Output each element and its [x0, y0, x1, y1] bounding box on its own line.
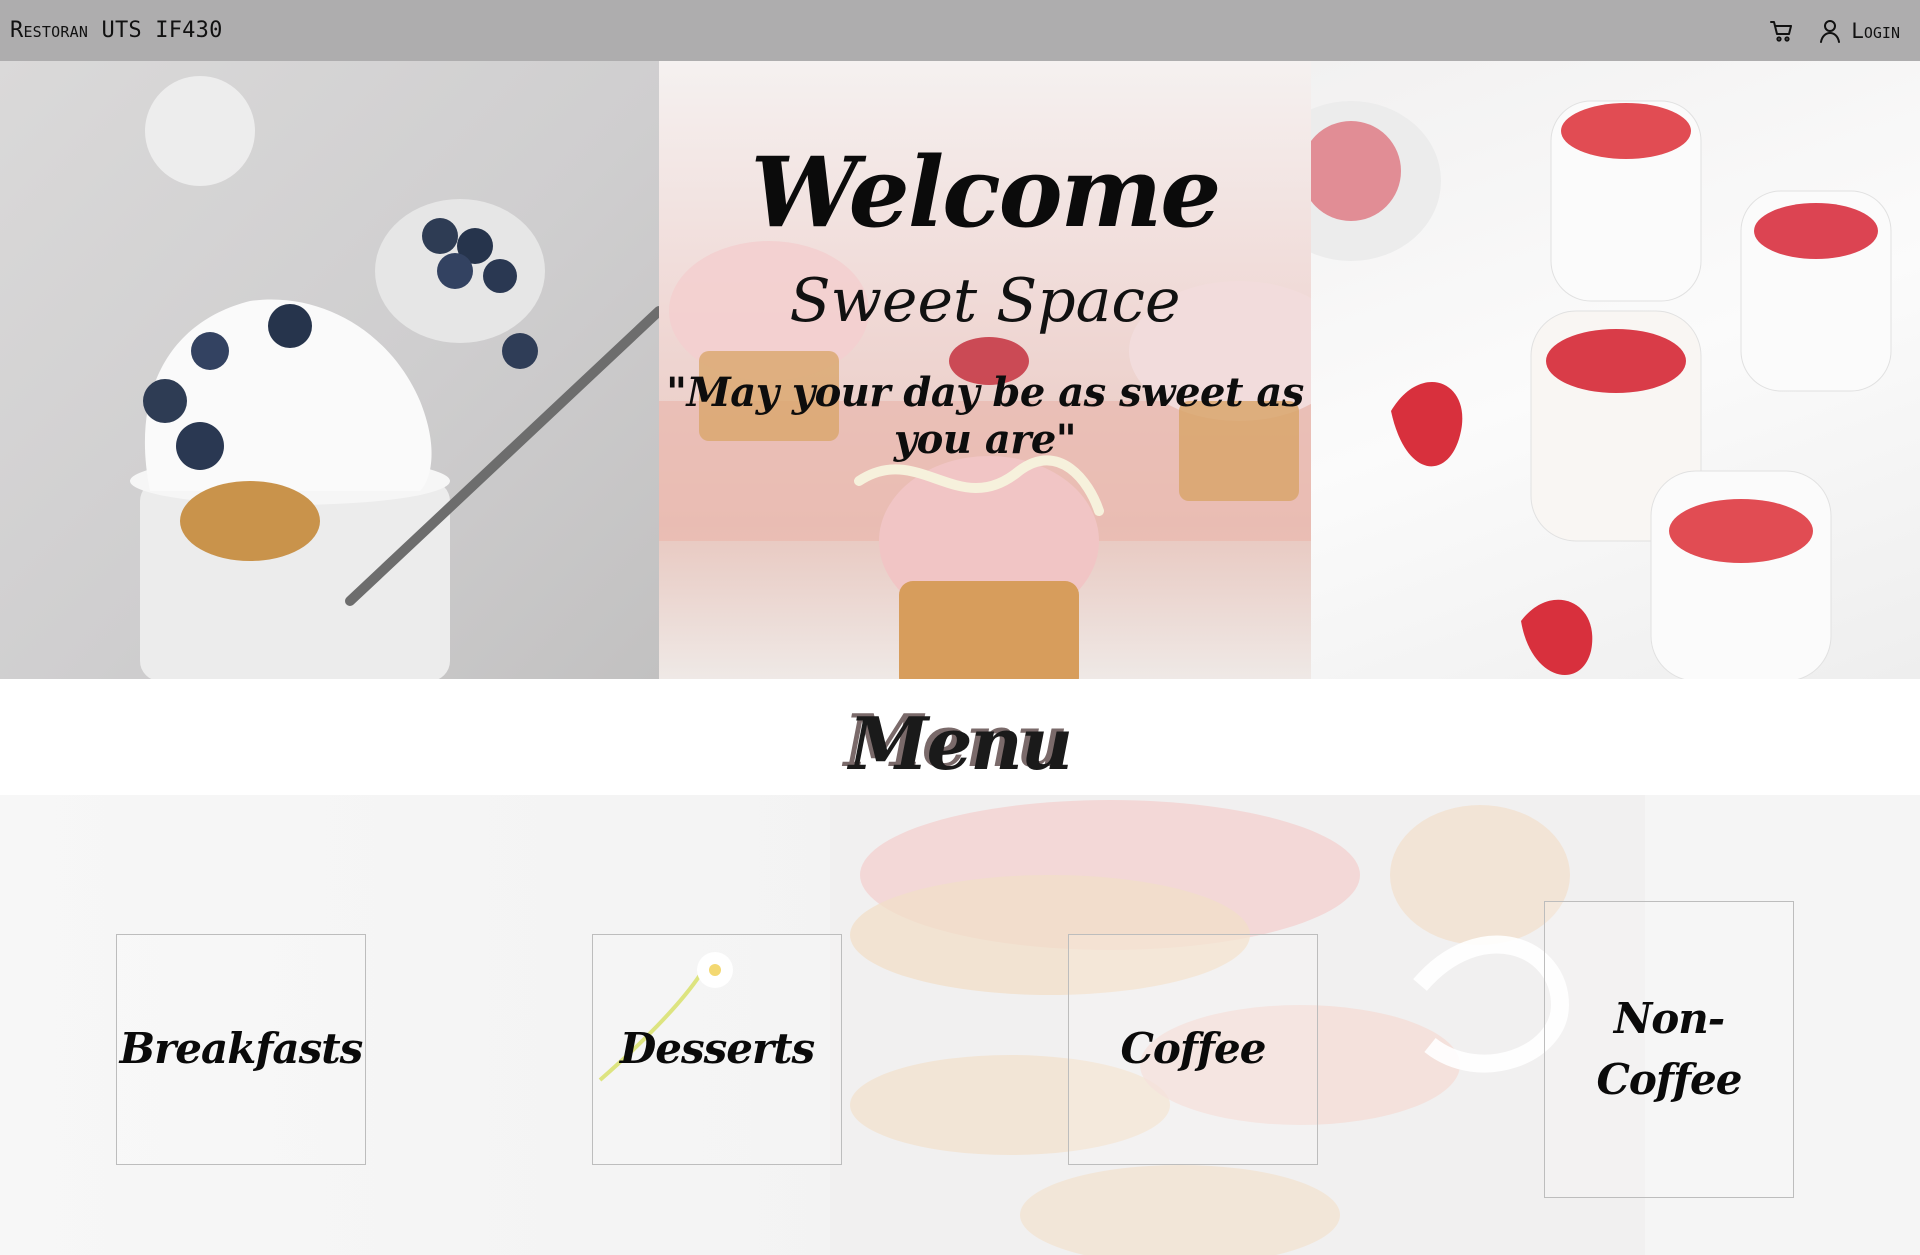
menu-card-label: Breakfasts [119, 1024, 364, 1074]
menu-card-label: Desserts [619, 1024, 815, 1074]
menu-heading-band: Menu [0, 679, 1920, 795]
brand-title[interactable]: Restoran UTS IF430 [10, 18, 223, 43]
menu-card-label: Coffee [1120, 1024, 1266, 1074]
hero-title: Welcome [750, 136, 1222, 249]
menu-card-desserts[interactable]: Desserts [592, 934, 842, 1165]
menu-heading: Menu [848, 701, 1073, 786]
hero-banner: Welcome Sweet Space "May your day be as … [0, 61, 1920, 679]
login-label: Login [1851, 18, 1900, 43]
menu-section: Breakfasts Desserts Coffee Non-Coffee [0, 795, 1920, 1255]
hero-subtitle: Sweet Space [789, 266, 1181, 336]
nav-actions: Login [1769, 18, 1900, 44]
shopping-cart-icon[interactable] [1769, 18, 1795, 44]
hero-image-cupcake-blueberries [0, 61, 659, 679]
menu-card-label: Non-Coffee [1596, 993, 1742, 1104]
menu-card-breakfasts[interactable]: Breakfasts [116, 934, 366, 1165]
hero-text-block: Welcome Sweet Space "May your day be as … [659, 61, 1311, 679]
navbar: Restoran UTS IF430 Login [0, 0, 1920, 61]
login-button[interactable]: Login [1817, 18, 1900, 44]
user-icon [1817, 18, 1843, 44]
hero-tagline: "May your day be as sweet as you are" [666, 369, 1304, 463]
menu-card-non-coffee[interactable]: Non-Coffee [1544, 901, 1794, 1198]
menu-card-coffee[interactable]: Coffee [1068, 934, 1318, 1165]
hero-image-strawberry-jars [1311, 61, 1920, 679]
